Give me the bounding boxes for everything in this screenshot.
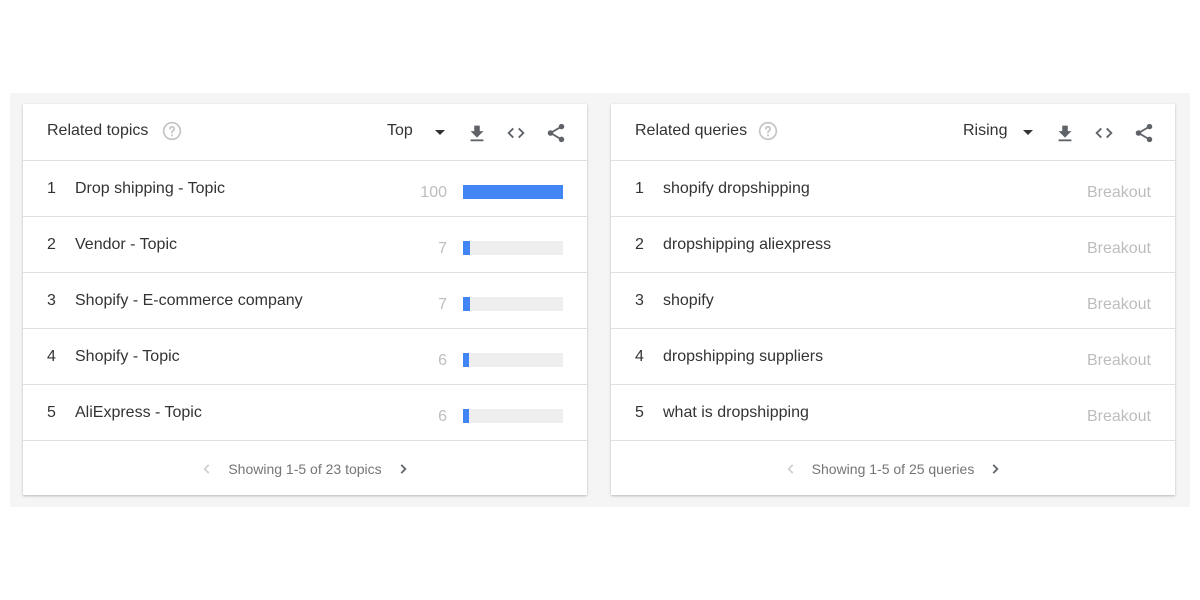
- card-title: Related topics: [47, 122, 149, 139]
- chevron-right-icon[interactable]: [396, 462, 410, 476]
- topics-list: 1 Drop shipping - Topic 100 2 Vendor - T…: [23, 161, 587, 441]
- query-value: Breakout: [1086, 352, 1151, 369]
- queries-list: 1 shopify dropshipping Breakout 2 dropsh…: [611, 161, 1175, 441]
- query-label[interactable]: dropshipping aliexpress: [663, 236, 831, 254]
- download-icon[interactable]: [466, 122, 488, 144]
- list-item[interactable]: 5 what is dropshipping Breakout: [611, 385, 1175, 441]
- value-bar-fill: [463, 353, 469, 367]
- topic-value: 100: [420, 184, 447, 201]
- list-item[interactable]: 5 AliExpress - Topic 6: [23, 385, 587, 441]
- chevron-right-icon[interactable]: [988, 462, 1002, 476]
- query-label[interactable]: dropshipping suppliers: [663, 348, 823, 366]
- value-bar-fill: [463, 297, 470, 311]
- pagination-status: Showing 1-5 of 23 topics: [228, 461, 382, 477]
- rank: 5: [47, 404, 56, 421]
- caret-down-icon: [1023, 130, 1033, 135]
- dropdown-selected-value: Top: [387, 122, 413, 139]
- query-label[interactable]: shopify: [663, 292, 714, 310]
- topic-value: 7: [438, 296, 447, 313]
- list-item[interactable]: 1 Drop shipping - Topic 100: [23, 161, 587, 217]
- related-queries-card: Related queries Rising 1 shopify dropshi…: [611, 104, 1175, 495]
- chevron-left-icon[interactable]: [200, 462, 214, 476]
- topic-value: 6: [438, 352, 447, 369]
- rank: 5: [635, 404, 644, 421]
- list-item[interactable]: 4 Shopify - Topic 6: [23, 329, 587, 385]
- dropdown-selected-value: Rising: [963, 122, 1008, 139]
- rank: 4: [635, 348, 644, 365]
- help-circle-icon[interactable]: [162, 121, 182, 141]
- value-bar-fill: [463, 241, 470, 255]
- topic-label[interactable]: AliExpress - Topic: [75, 404, 202, 422]
- rank: 2: [635, 236, 644, 253]
- list-item[interactable]: 1 shopify dropshipping Breakout: [611, 161, 1175, 217]
- related-queries-header: Related queries Rising: [611, 104, 1175, 161]
- rank: 1: [635, 180, 644, 197]
- topic-label[interactable]: Shopify - E-commerce company: [75, 292, 303, 310]
- rank: 4: [47, 348, 56, 365]
- value-bar-track: [463, 241, 563, 255]
- value-bar-track: [463, 297, 563, 311]
- value-bar-fill: [463, 185, 563, 199]
- metric-dropdown[interactable]: Rising: [962, 120, 1034, 144]
- list-item[interactable]: 2 Vendor - Topic 7: [23, 217, 587, 273]
- chevron-left-icon[interactable]: [784, 462, 798, 476]
- topic-label[interactable]: Vendor - Topic: [75, 236, 177, 254]
- list-item[interactable]: 3 Shopify - E-commerce company 7: [23, 273, 587, 329]
- pagination: Showing 1-5 of 23 topics: [23, 461, 587, 481]
- topic-value: 6: [438, 408, 447, 425]
- value-bar-track: [463, 409, 563, 423]
- topic-label[interactable]: Drop shipping - Topic: [75, 180, 225, 198]
- query-value: Breakout: [1086, 184, 1151, 201]
- caret-down-icon: [435, 130, 445, 135]
- rank: 2: [47, 236, 56, 253]
- query-label[interactable]: what is dropshipping: [663, 404, 809, 422]
- download-icon[interactable]: [1054, 122, 1076, 144]
- query-value: Breakout: [1086, 296, 1151, 313]
- rank: 3: [47, 292, 56, 309]
- card-title: Related queries: [635, 122, 748, 139]
- list-item[interactable]: 3 shopify Breakout: [611, 273, 1175, 329]
- help-circle-icon[interactable]: [758, 121, 778, 141]
- related-topics-header: Related topics Top: [23, 104, 587, 161]
- rank: 1: [47, 180, 56, 197]
- rank: 3: [635, 292, 644, 309]
- metric-dropdown[interactable]: Top: [386, 120, 446, 144]
- query-label[interactable]: shopify dropshipping: [663, 180, 810, 198]
- pagination-status: Showing 1-5 of 25 queries: [811, 461, 975, 477]
- pagination: Showing 1-5 of 25 queries: [611, 461, 1175, 481]
- code-icon[interactable]: [1093, 122, 1115, 144]
- code-icon[interactable]: [505, 122, 527, 144]
- value-bar-track: [463, 185, 563, 199]
- list-item[interactable]: 2 dropshipping aliexpress Breakout: [611, 217, 1175, 273]
- topic-value: 7: [438, 240, 447, 257]
- query-value: Breakout: [1086, 240, 1151, 257]
- share-icon[interactable]: [545, 122, 567, 144]
- value-bar-fill: [463, 409, 469, 423]
- query-value: Breakout: [1086, 408, 1151, 425]
- related-topics-card: Related topics Top 1 Drop shipping - Top…: [23, 104, 587, 495]
- topic-label[interactable]: Shopify - Topic: [75, 348, 180, 366]
- value-bar-track: [463, 353, 563, 367]
- list-item[interactable]: 4 dropshipping suppliers Breakout: [611, 329, 1175, 385]
- share-icon[interactable]: [1133, 122, 1155, 144]
